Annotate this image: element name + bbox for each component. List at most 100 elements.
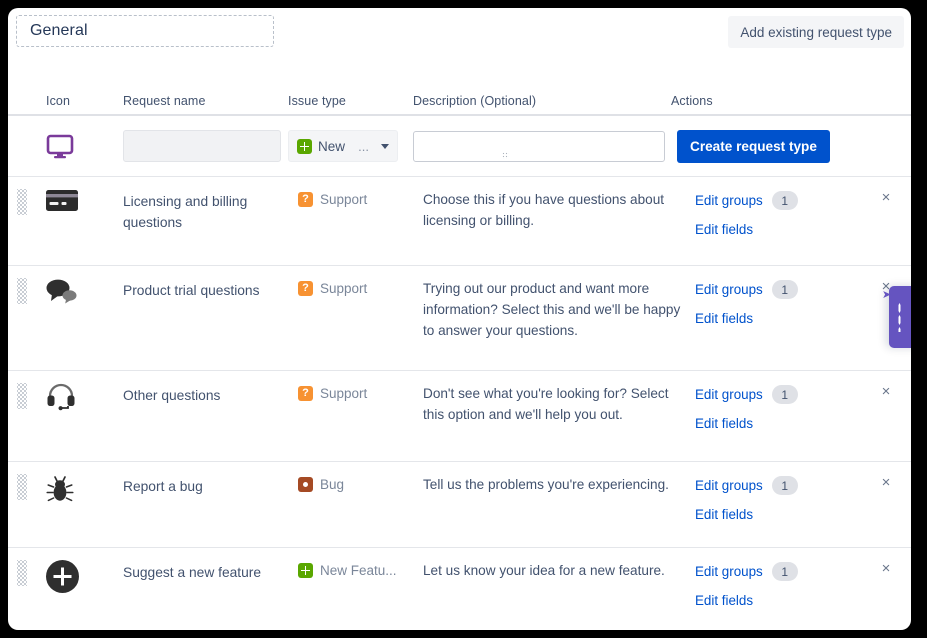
column-header-actions: Actions (671, 94, 713, 108)
tab-general-label: General (30, 22, 88, 39)
create-row-issue-type-cell: New ... (288, 130, 413, 162)
edit-groups-link[interactable]: Edit groups (695, 478, 763, 493)
page-toolbar: General Add existing request type (8, 8, 911, 70)
description-input[interactable] (413, 130, 665, 162)
row-request-name: Report a bug (123, 479, 203, 494)
edit-groups-link[interactable]: Edit groups (695, 193, 763, 208)
table-header-row: Icon Request name Issue type Description… (8, 88, 911, 116)
row-actions: Edit groups 1 Edit fields (695, 548, 911, 610)
groups-count-badge: 1 (771, 191, 798, 210)
issue-type-badge-icon (298, 563, 313, 578)
issue-type-badge-icon: ? (298, 386, 313, 401)
row-description: Choose this if you have questions about … (423, 192, 665, 228)
new-feature-badge-icon (297, 138, 312, 154)
edit-groups-link[interactable]: Edit groups (695, 282, 763, 297)
issue-type-label: Support (320, 281, 368, 296)
row-description: Let us know your idea for a new feature. (423, 563, 665, 578)
groups-count-badge: 1 (771, 476, 798, 495)
row-actions-cell: Edit groups 1 Edit fields × (695, 548, 911, 610)
row-drag-handle-cell (8, 371, 32, 409)
remove-request-type-button[interactable]: × (878, 561, 894, 577)
issue-type-badge-group: New Featu... (298, 548, 423, 578)
edit-fields-link[interactable]: Edit fields (695, 507, 753, 522)
tab-general[interactable]: General (16, 15, 274, 47)
drag-handle-icon[interactable] (17, 278, 27, 304)
issue-type-label: Bug (320, 477, 345, 492)
issue-type-badge-group: ? Support (298, 266, 423, 296)
row-icon-cell[interactable] (32, 177, 123, 213)
row-issue-type-cell: ? Support (298, 371, 423, 401)
issue-type-badge-group: ? Support (298, 177, 423, 207)
drag-handle-icon[interactable] (17, 383, 27, 409)
row-actions-cell: Edit groups 1 Edit fields × (695, 266, 911, 328)
row-drag-handle-cell (8, 462, 32, 500)
row-actions: Edit groups 1 Edit fields (695, 266, 911, 328)
row-actions-cell: Edit groups 1 Edit fields × (695, 462, 911, 524)
row-issue-type-cell: New Featu... (298, 548, 423, 578)
row-actions: Edit groups 1 Edit fields (695, 371, 911, 433)
table-row: Licensing and billing questions ? Support C… (8, 177, 911, 266)
edit-groups-link[interactable]: Edit groups (695, 387, 763, 402)
groups-count-badge: 1 (771, 562, 798, 581)
row-icon-cell[interactable] (32, 371, 123, 411)
issue-type-select[interactable]: New ... (288, 130, 398, 162)
edit-groups-link[interactable]: Edit groups (695, 564, 763, 579)
drag-handle-icon[interactable] (17, 560, 27, 586)
issue-type-select-ellipsis: ... (358, 138, 369, 154)
row-icon-cell[interactable] (32, 266, 123, 304)
remove-request-type-button[interactable]: × (878, 475, 894, 491)
row-drag-handle-cell (8, 548, 32, 586)
row-icon-cell[interactable] (32, 548, 123, 593)
create-request-type-button[interactable]: Create request type (677, 129, 830, 163)
column-header-request-name: Request name (123, 94, 206, 108)
remove-request-type-button[interactable]: × (878, 384, 894, 400)
edit-fields-link[interactable]: Edit fields (695, 593, 753, 608)
drag-handle-icon[interactable] (17, 189, 27, 215)
row-issue-type-cell: Bug (298, 462, 423, 492)
edit-fields-link[interactable]: Edit fields (695, 416, 753, 431)
groups-count-badge: 1 (771, 385, 798, 404)
issue-type-badge-group: Bug (298, 462, 423, 492)
feedback-tab[interactable]: ➤ (882, 286, 911, 348)
row-icon-cell[interactable] (32, 462, 123, 502)
create-row-description-cell (413, 130, 671, 162)
add-existing-request-type-button[interactable]: Add existing request type (728, 16, 904, 48)
edit-fields-link[interactable]: Edit fields (695, 222, 753, 237)
plus-circle-icon (46, 560, 79, 593)
add-existing-request-type-label: Add existing request type (740, 24, 892, 40)
create-row-icon-cell[interactable] (32, 134, 123, 159)
issue-type-select-value: New (318, 138, 346, 154)
headset-icon (47, 383, 75, 411)
issue-type-label: New Featu... (320, 563, 397, 578)
row-actions-cell: Edit groups 1 Edit fields × (695, 371, 911, 433)
row-actions-cell: Edit groups 1 Edit fields × (695, 177, 911, 239)
app-window: General Add existing request type Icon R… (8, 8, 911, 630)
row-drag-handle-cell (8, 266, 32, 304)
issue-type-badge-icon: ? (298, 281, 313, 296)
edit-fields-link[interactable]: Edit fields (695, 311, 753, 326)
row-description: Don't see what you're looking for? Selec… (423, 386, 669, 422)
create-row-name-cell (123, 130, 288, 162)
request-types-table: Icon Request name Issue type Description… (8, 88, 911, 628)
issue-type-badge-group: ? Support (298, 371, 423, 401)
table-row: Report a bug Bug Tell us the problems you'… (8, 462, 911, 548)
row-request-name: Other questions (123, 388, 221, 403)
column-header-issue-type: Issue type (288, 94, 346, 108)
row-actions: Edit groups 1 Edit fields (695, 177, 911, 239)
column-header-icon: Icon (46, 94, 71, 108)
row-request-name: Licensing and billing questions (123, 194, 248, 231)
column-header-description: Description (Optional) (413, 94, 537, 108)
feedback-dots-icon (898, 302, 901, 332)
row-description: Tell us the problems you're experiencing… (423, 477, 669, 492)
monitor-icon (46, 134, 74, 158)
remove-request-type-button[interactable]: × (878, 190, 894, 206)
drag-handle-icon[interactable] (17, 474, 27, 500)
chevron-down-icon (381, 143, 389, 149)
create-request-type-row: New ... Create request type (8, 116, 911, 177)
request-name-input[interactable] (123, 130, 281, 162)
bug-icon (46, 476, 74, 502)
issue-type-label: Support (320, 192, 368, 207)
issue-type-badge-icon (298, 477, 313, 492)
row-drag-handle-cell (8, 177, 32, 215)
issue-type-label: Support (320, 386, 368, 401)
